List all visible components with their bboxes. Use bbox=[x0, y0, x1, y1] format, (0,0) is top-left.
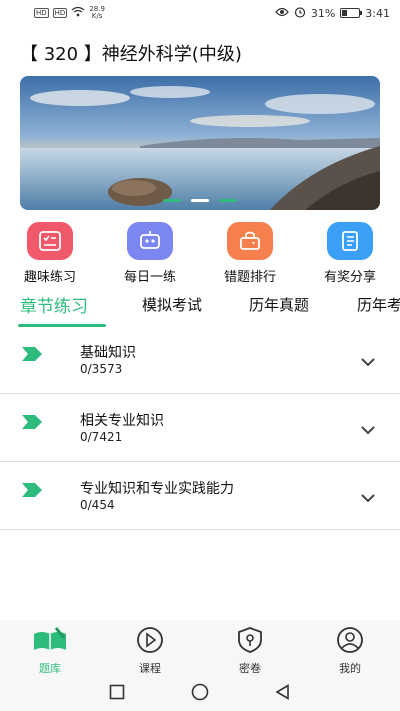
carousel-dot-active[interactable] bbox=[191, 199, 209, 202]
nav-label: 课程 bbox=[139, 662, 161, 675]
nav-secret-papers[interactable]: 密卷 bbox=[200, 620, 300, 676]
quick-item-label: 错题排行 bbox=[223, 270, 276, 285]
play-icon bbox=[135, 626, 165, 658]
flag-icon bbox=[22, 414, 42, 433]
user-icon bbox=[335, 626, 365, 658]
list-item[interactable]: 专业知识和专业实践能力 0/454 bbox=[0, 462, 400, 530]
flag-icon bbox=[22, 482, 42, 501]
net-speed-unit: K/s bbox=[91, 12, 103, 20]
carousel-dot[interactable] bbox=[163, 199, 181, 202]
notebook-icon bbox=[327, 222, 373, 260]
status-bar: HD HD 28.9 K/s 31% 3:41 bbox=[0, 0, 400, 26]
system-nav-bar bbox=[0, 676, 400, 711]
quick-item-daily-practice[interactable]: 每日一练 bbox=[100, 222, 200, 285]
tab-mock-exam[interactable]: 模拟考试 bbox=[142, 294, 202, 315]
nav-courses[interactable]: 课程 bbox=[100, 620, 200, 676]
chapter-progress: 0/3573 bbox=[80, 362, 123, 376]
battery-icon bbox=[340, 8, 363, 18]
tab-chapter-practice[interactable]: 章节练习 bbox=[20, 292, 88, 317]
chapter-title: 专业知识和专业实践能力 bbox=[80, 481, 234, 497]
nav-label: 题库 bbox=[39, 662, 61, 675]
quick-item-label: 有奖分享 bbox=[323, 270, 376, 285]
tab-past-exams[interactable]: 历年考 bbox=[357, 294, 400, 315]
banner-carousel[interactable] bbox=[20, 76, 380, 210]
clock: 3:41 bbox=[365, 6, 390, 20]
home-icon[interactable] bbox=[191, 683, 209, 705]
quick-item-fun-practice[interactable]: 趣味练习 bbox=[0, 222, 100, 285]
back-icon[interactable] bbox=[275, 683, 291, 704]
bottom-nav: 题库 课程 密卷 我的 bbox=[0, 620, 400, 676]
chapter-progress: 0/454 bbox=[80, 498, 115, 512]
quick-menu: 趣味练习 每日一练 错题排行 有奖分享 bbox=[0, 222, 400, 285]
status-left: HD HD 28.9 K/s bbox=[34, 6, 105, 20]
list-item[interactable]: 相关专业知识 0/7421 bbox=[0, 394, 400, 462]
nav-question-bank[interactable]: 题库 bbox=[0, 620, 100, 676]
chapter-progress: 0/7421 bbox=[80, 430, 123, 444]
quick-item-label: 每日一练 bbox=[123, 270, 176, 285]
nav-label: 密卷 bbox=[239, 662, 261, 675]
chapter-title: 基础知识 bbox=[80, 345, 136, 361]
robot-icon bbox=[127, 222, 173, 260]
nav-profile[interactable]: 我的 bbox=[300, 620, 400, 676]
question-bank-icon bbox=[32, 626, 68, 658]
status-right: 31% 3:41 bbox=[275, 6, 390, 21]
quick-item-label: 趣味练习 bbox=[23, 270, 76, 285]
page-title: 【 320 】神经外科学(中级) bbox=[20, 44, 242, 65]
net-speed: 28.9 K/s bbox=[89, 6, 105, 20]
list-item[interactable]: 基础知识 0/3573 bbox=[0, 326, 400, 394]
chevron-down-icon[interactable] bbox=[360, 352, 376, 371]
chevron-down-icon[interactable] bbox=[360, 488, 376, 507]
signal-1-icon: HD bbox=[34, 8, 49, 18]
ranking-icon bbox=[227, 222, 273, 260]
nav-label: 我的 bbox=[339, 662, 361, 675]
carousel-dot[interactable] bbox=[219, 199, 237, 202]
quick-item-share-reward[interactable]: 有奖分享 bbox=[300, 222, 400, 285]
alarm-icon bbox=[294, 6, 306, 21]
flag-icon bbox=[22, 346, 42, 365]
banner-image bbox=[20, 76, 380, 210]
chapter-list: 基础知识 0/3573 相关专业知识 0/7421 专业知识和专业实践能力 0/… bbox=[0, 326, 400, 530]
tab-past-papers[interactable]: 历年真题 bbox=[249, 294, 309, 315]
wifi-icon bbox=[71, 6, 85, 20]
carousel-dots bbox=[20, 199, 380, 202]
recent-apps-icon[interactable] bbox=[109, 684, 125, 704]
signal-2-icon: HD bbox=[52, 8, 68, 18]
battery-level bbox=[342, 10, 348, 16]
lock-shield-icon bbox=[235, 626, 265, 658]
quiz-icon bbox=[27, 222, 73, 260]
chevron-down-icon[interactable] bbox=[360, 420, 376, 439]
quick-item-wrong-ranking[interactable]: 错题排行 bbox=[200, 222, 300, 285]
chapter-title: 相关专业知识 bbox=[80, 413, 164, 429]
eye-icon bbox=[275, 7, 289, 20]
battery-percent: 31% bbox=[310, 6, 336, 20]
